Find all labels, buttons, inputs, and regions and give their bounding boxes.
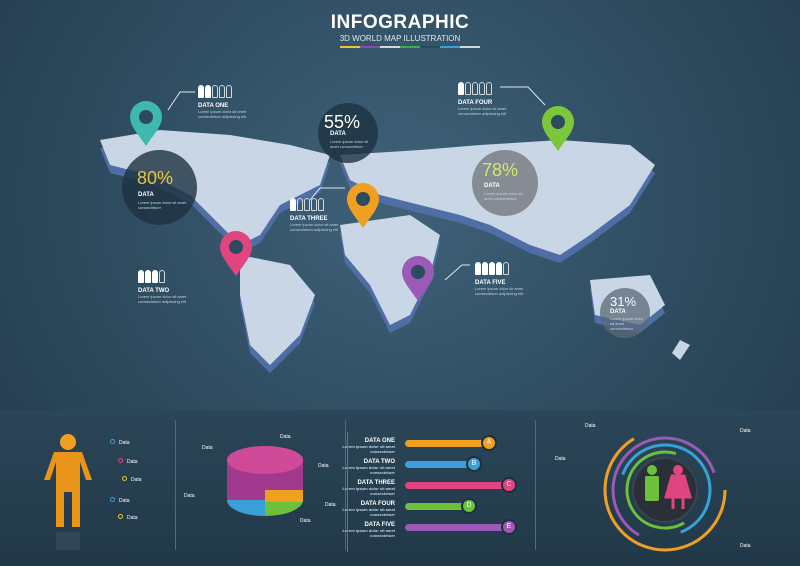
bar-label: DATA FIVE Lorem ipsum dolor sit amet cons… bbox=[335, 522, 395, 538]
pie-chart-3d bbox=[227, 446, 303, 516]
progress-bar bbox=[405, 524, 505, 531]
pie-label: Data bbox=[184, 493, 195, 499]
person-data-label: Data bbox=[110, 439, 130, 446]
bar-label: DATA ONE Lorem ipsum dolor sit amet conse… bbox=[335, 438, 395, 454]
ring-label: Data bbox=[740, 428, 751, 434]
ring-label: Data bbox=[585, 423, 596, 429]
pie-label: Data bbox=[318, 463, 329, 469]
label-text: Data bbox=[119, 498, 130, 504]
ring-chart bbox=[603, 428, 727, 552]
person-data-label: Data bbox=[118, 458, 138, 465]
person-figure-icon bbox=[44, 434, 92, 550]
map-pin-africa-icon[interactable] bbox=[400, 255, 436, 303]
ring-label: Data bbox=[740, 543, 751, 549]
label-text: Data bbox=[127, 459, 138, 465]
map-pin-asia-icon[interactable] bbox=[540, 105, 576, 153]
map-pin-south-america-icon[interactable] bbox=[218, 230, 254, 278]
bar-text: Lorem ipsum dolor sit amet consectetuer bbox=[342, 465, 395, 475]
pie-label: Data bbox=[300, 518, 311, 524]
bar-marker: C bbox=[501, 477, 517, 493]
person-data-label: Data bbox=[110, 497, 130, 504]
bar-marker: B bbox=[466, 456, 482, 472]
label-text: Data bbox=[127, 515, 138, 521]
bar-text: Lorem ipsum dolor sit amet consectetuer bbox=[342, 507, 395, 517]
label-text: Data bbox=[131, 477, 142, 483]
bar-marker: D bbox=[461, 498, 477, 514]
pie-label: Data bbox=[202, 445, 213, 451]
male-icon bbox=[645, 465, 659, 501]
progress-bar bbox=[405, 461, 470, 468]
bar-text: Lorem ipsum dolor sit amet consectetuer bbox=[342, 528, 395, 538]
dot-icon bbox=[118, 514, 123, 519]
dot-icon bbox=[122, 476, 127, 481]
bar-marker: E bbox=[501, 519, 517, 535]
person-data-label: Data bbox=[118, 514, 138, 521]
map-pin-europe-icon[interactable] bbox=[345, 182, 381, 230]
bar-label: DATA TWO Lorem ipsum dolor sit amet conse… bbox=[335, 459, 395, 475]
progress-bar bbox=[405, 482, 505, 489]
label-text: Data bbox=[119, 440, 130, 446]
pie-label: Data bbox=[280, 434, 291, 440]
dot-icon bbox=[110, 497, 115, 502]
dot-icon bbox=[118, 458, 123, 463]
dot-icon bbox=[110, 439, 115, 444]
bar-text: Lorem ipsum dolor sit amet consectetuer bbox=[342, 486, 395, 496]
progress-bar bbox=[405, 503, 465, 510]
map-pin-north-america-icon[interactable] bbox=[128, 100, 164, 148]
bar-label: DATA FOUR Lorem ipsum dolor sit amet cons… bbox=[335, 501, 395, 517]
pie-label: Data bbox=[325, 502, 336, 508]
bar-marker: A bbox=[481, 435, 497, 451]
ring-label: Data bbox=[555, 456, 566, 462]
bar-label: DATA THREE Lorem ipsum dolor sit amet con… bbox=[335, 480, 395, 496]
person-data-label: Data bbox=[122, 476, 142, 483]
callout-lines bbox=[167, 86, 546, 281]
bar-text: Lorem ipsum dolor sit amet consectetuer bbox=[342, 444, 395, 454]
progress-bar bbox=[405, 440, 485, 447]
